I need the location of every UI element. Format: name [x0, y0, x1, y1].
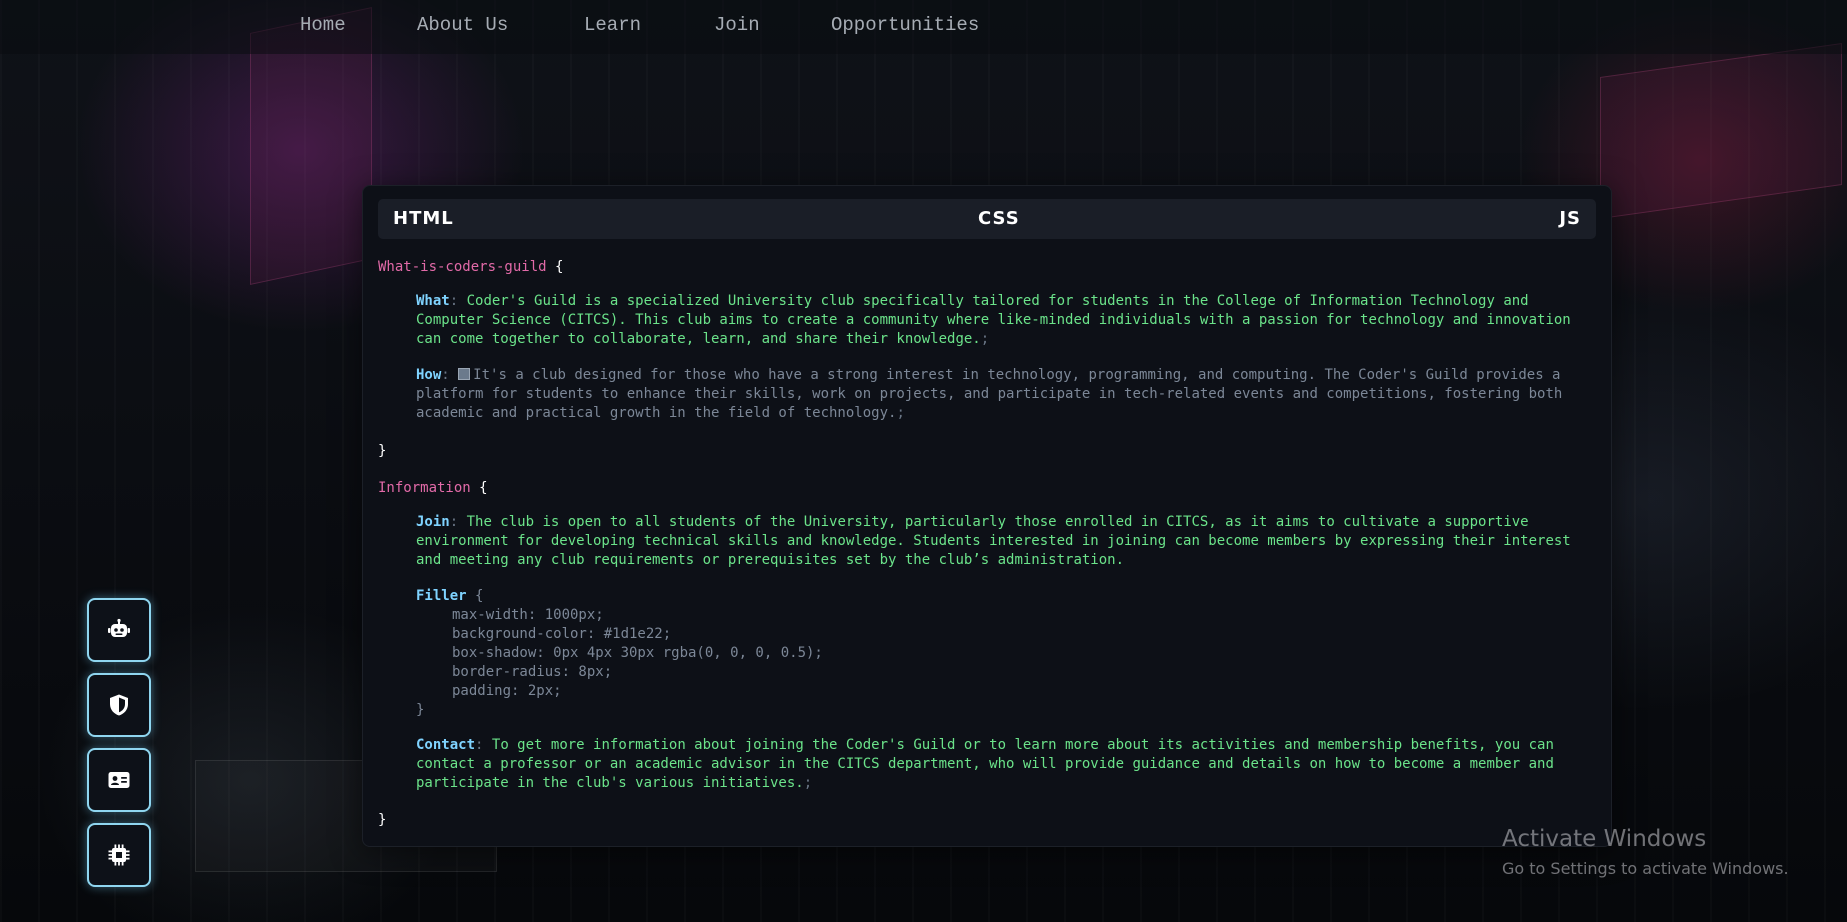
nav-opportunities-link[interactable]: Opportunities [831, 14, 979, 36]
nav-join-link[interactable]: Join [714, 14, 760, 36]
nav-home-link[interactable]: Home [300, 14, 346, 36]
shield-icon [110, 694, 128, 716]
colon: : [449, 514, 459, 530]
filler-line: max-width: 1000px; [452, 607, 604, 623]
filler-line: background-color: #1d1e22; [452, 626, 672, 642]
how-property: How: It's a club designed for those who … [416, 366, 1586, 423]
top-navbar: Home About Us Learn Join Opportunities [0, 0, 1847, 54]
what-label: What [416, 293, 450, 309]
join-property: Join: The club is open to all students o… [416, 513, 1586, 570]
robot-button[interactable] [87, 598, 151, 662]
how-label: How [416, 367, 442, 383]
join-label: Join [416, 514, 450, 530]
filler-label: Filler [416, 588, 467, 604]
filler-property: Filler { [416, 587, 1586, 606]
tab-css[interactable]: CSS [978, 208, 1020, 229]
what-property: What: Coder's Guild is a specialized Uni… [416, 292, 1586, 349]
code-selector-line: Information { [378, 479, 1596, 498]
filler-close-line: } [416, 701, 1586, 720]
colon: : [449, 293, 459, 309]
tab-html[interactable]: HTML [393, 208, 454, 229]
id-card-icon [108, 772, 130, 788]
activate-windows-subtitle: Go to Settings to activate Windows. [1502, 859, 1789, 878]
nav-about-us-link[interactable]: About Us [417, 14, 508, 36]
semicolon: ; [980, 331, 990, 347]
robot-icon [108, 618, 130, 637]
filler-close-brace: } [416, 702, 425, 718]
square-icon [458, 368, 471, 380]
contact-property: Contact: To get more information about j… [416, 736, 1586, 793]
code-selector-line: What-is-coders-guild { [378, 258, 1596, 277]
contact-label: Contact [416, 737, 476, 753]
colon: : [475, 737, 484, 753]
contact-text: To get more information about joining th… [416, 737, 1554, 791]
colon: : [441, 367, 450, 383]
selector-information: Information [378, 480, 471, 496]
open-brace: { [479, 480, 488, 496]
selector-what-is-coders-guild: What-is-coders-guild [378, 259, 547, 275]
filler-line: box-shadow: 0px 4px 30px rgba(0, 0, 0, 0… [452, 645, 823, 661]
code-close-line: } [378, 811, 1596, 830]
how-text: It's a club designed for those who have … [416, 367, 1563, 421]
code-tab-bar: HTML CSS JS [378, 199, 1596, 239]
chip-button[interactable] [87, 823, 151, 887]
filler-line: border-radius: 8px; [452, 664, 613, 680]
what-text: Coder's Guild is a specialized Universit… [416, 293, 1571, 347]
filler-open-brace: { [475, 588, 484, 604]
activate-windows-title: Activate Windows [1502, 826, 1707, 852]
tab-js[interactable]: JS [1559, 208, 1581, 229]
filler-line: padding: 2px; [452, 683, 562, 699]
code-close-line: } [378, 442, 1596, 461]
join-text: The club is open to all students of the … [416, 514, 1571, 568]
shield-button[interactable] [87, 673, 151, 737]
close-brace: } [378, 812, 387, 828]
close-brace: } [378, 443, 387, 459]
chip-icon [108, 844, 130, 866]
nav-learn-link[interactable]: Learn [584, 14, 641, 36]
semicolon: ; [896, 405, 905, 421]
id-card-button[interactable] [87, 748, 151, 812]
semicolon: ; [803, 775, 813, 791]
open-brace: { [555, 259, 564, 275]
code-panel: HTML CSS JS What-is-coders-guild { What:… [362, 185, 1612, 847]
